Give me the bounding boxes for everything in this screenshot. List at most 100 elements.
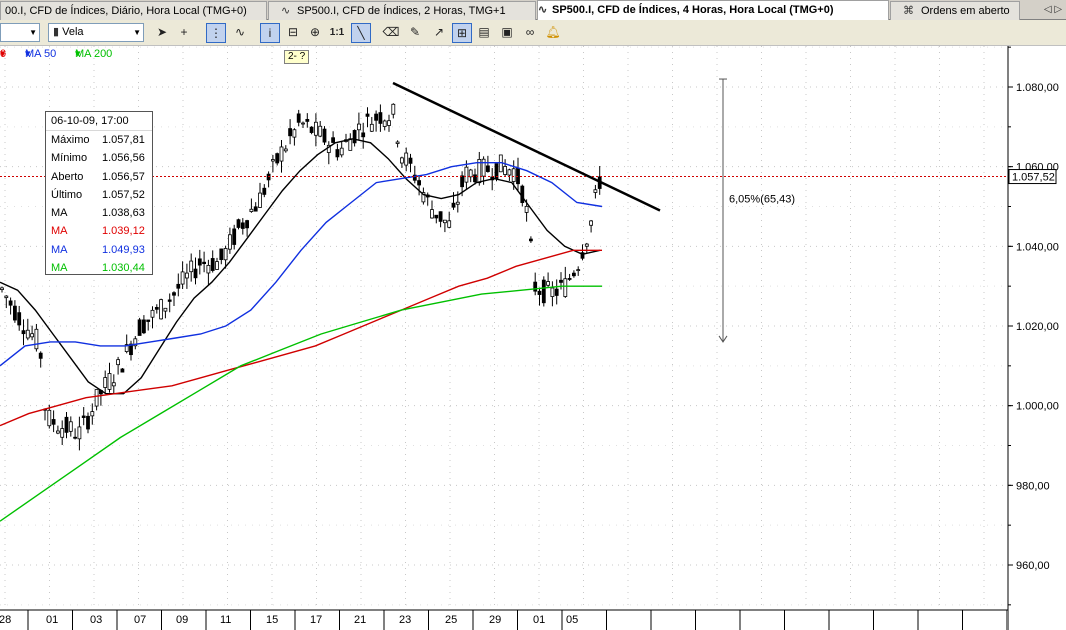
candle-body: [116, 359, 120, 366]
paint-icon[interactable]: ✎: [405, 23, 425, 43]
candle-body: [146, 319, 151, 322]
tab-scroll-arrows[interactable]: ◁ ▷: [1042, 2, 1064, 18]
line-tool-icon[interactable]: ╲: [351, 23, 371, 43]
time-tick-label: 03: [90, 614, 102, 626]
candle-body: [64, 416, 69, 433]
candle-body: [434, 214, 439, 219]
magnet-icon[interactable]: ⊞: [452, 23, 472, 43]
candle-body: [485, 165, 490, 172]
alert-icon[interactable]: 🔔︎: [543, 23, 563, 43]
time-tick-label: 15: [266, 614, 278, 626]
link-icon[interactable]: ∞: [520, 23, 540, 43]
time-tick-label: 23: [399, 614, 411, 626]
data-window-label: MA: [51, 262, 68, 275]
cursor-icon[interactable]: ➤: [152, 23, 172, 43]
candle-body: [167, 299, 172, 302]
candle-body: [516, 167, 520, 185]
tab-label: 00.I, CFD de Índices, Diário, Hora Local…: [5, 5, 247, 17]
data-window-row: Máximo 1.057,81: [46, 131, 152, 149]
measure-label: 6,05%(65,43): [729, 194, 795, 206]
candle-body: [438, 211, 443, 222]
candle-body: [369, 123, 374, 132]
chevron-down-icon: ▼: [133, 28, 141, 37]
candle-body: [442, 219, 447, 224]
data-window-value: 1.057,52: [102, 188, 145, 201]
data-window-label: MA: [51, 225, 68, 238]
scale-button[interactable]: 1:1: [327, 23, 347, 43]
tab-4h-chart[interactable]: ∿ SP500.I, CFD de Índices, 4 Horas, Hora…: [537, 0, 889, 20]
candle-body: [533, 281, 538, 292]
info-icon[interactable]: i: [260, 23, 280, 43]
time-tick-label: 25: [445, 614, 457, 626]
candle-body: [387, 120, 391, 126]
candle-body: [395, 141, 400, 144]
zoom-in-icon[interactable]: ⊕: [305, 23, 325, 43]
candle-body: [172, 292, 176, 296]
candle-body: [159, 299, 164, 320]
candle-body: [215, 261, 219, 270]
candle-body: [331, 137, 336, 143]
crosshair-icon[interactable]: +: [174, 23, 194, 43]
arrow-tool-icon[interactable]: ↗: [429, 23, 449, 43]
data-window-value: 1.030,44: [102, 262, 145, 275]
candle-body: [473, 174, 477, 183]
grid-icon[interactable]: ⋮: [206, 23, 226, 43]
time-tick-label: 21: [354, 614, 366, 626]
candle-body: [352, 130, 357, 144]
candle-body: [455, 201, 460, 205]
time-axis-bg: [0, 610, 1008, 630]
zoom-out-icon[interactable]: ⊟: [283, 23, 303, 43]
candle-body: [348, 138, 353, 151]
candle-body: [511, 168, 516, 182]
candle-body: [464, 166, 469, 183]
candle-body: [47, 409, 52, 427]
data-window-label: MA: [51, 243, 68, 256]
eraser-icon[interactable]: ⌫: [381, 23, 401, 43]
candle-body: [227, 234, 232, 250]
candle-body: [559, 279, 563, 283]
candle-body: [0, 287, 4, 290]
candle-body: [430, 209, 434, 219]
candle-body: [399, 157, 404, 164]
price-tick-label: 1.040,00: [1016, 241, 1059, 253]
data-window-row: MA 1.039,12: [46, 222, 152, 240]
data-window-row: Aberto 1.056,57: [46, 168, 152, 186]
indicator-icon[interactable]: ∿: [230, 23, 250, 43]
candle-body: [481, 158, 486, 177]
data-window-label: Máximo: [51, 134, 90, 146]
price-tick-label: 960,00: [1016, 560, 1050, 572]
data-window-value: 1.049,93: [102, 243, 145, 256]
candle-body: [572, 272, 576, 277]
candle-body: [447, 220, 452, 228]
price-tick-label: 1.020,00: [1016, 321, 1059, 333]
data-window-title: 06-10-09, 17:00: [46, 112, 152, 131]
candle-body: [81, 415, 86, 418]
symbol-select[interactable]: ▼: [0, 23, 40, 42]
candle-body: [163, 307, 168, 312]
template-icon[interactable]: ▤: [474, 23, 494, 43]
candle-body: [262, 187, 267, 195]
data-window-row: Mínimo 1.056,56: [46, 149, 152, 167]
candle-body: [120, 368, 125, 373]
candle-body: [541, 279, 546, 304]
candle-body: [236, 219, 241, 228]
tab-2h-chart[interactable]: ∿ SP500.I, CFD de Índices, 2 Horas, TMG+…: [268, 1, 536, 20]
tab-open-orders[interactable]: ⌘ Ordens em aberto: [890, 1, 1020, 20]
data-window-value: 1.038,63: [102, 207, 145, 220]
candle-body: [378, 112, 383, 124]
candle-body: [73, 436, 77, 439]
data-window-label: Último: [51, 188, 83, 201]
screenshot-icon[interactable]: ▣: [497, 23, 517, 43]
data-window-label: MA: [51, 207, 68, 220]
price-chart[interactable]: 6,05%(65,43) 960,00 980,00 1.000,00 1.020,0…: [0, 46, 1066, 630]
candle-body: [382, 120, 387, 127]
candle-body: [404, 152, 409, 166]
data-window-label: Mínimo: [51, 152, 88, 165]
candle-body: [593, 189, 598, 193]
tab-daily-chart[interactable]: 00.I, CFD de Índices, Diário, Hora Local…: [0, 1, 267, 20]
candle-body: [56, 430, 60, 434]
candle-body: [576, 269, 581, 272]
chart-line-icon: ∿: [281, 5, 291, 17]
chart-type-select[interactable]: ▮ Vela ▼: [48, 23, 144, 42]
candle-body: [567, 278, 572, 280]
